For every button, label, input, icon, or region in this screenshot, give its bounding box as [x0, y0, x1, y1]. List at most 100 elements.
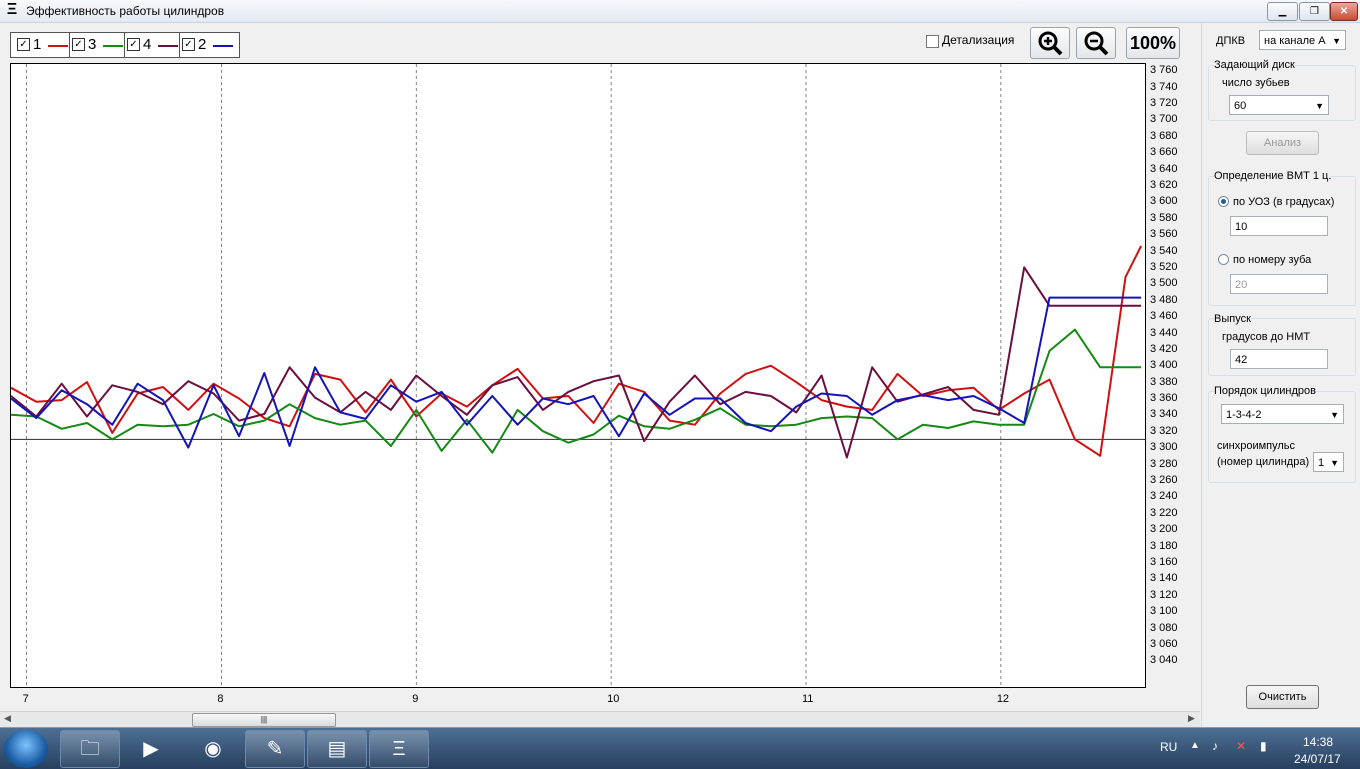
paint-icon: ✎: [266, 738, 284, 760]
app-taskbar-button[interactable]: Ξ: [369, 730, 429, 768]
legend-separator: [179, 33, 180, 57]
by-tooth-radio[interactable]: [1218, 254, 1229, 265]
detail-checkbox[interactable]: [926, 35, 939, 48]
start-button[interactable]: [4, 730, 48, 768]
sync-sublabel: (номер цилиндра): [1217, 456, 1310, 468]
detail-label: Детализация: [942, 33, 1015, 47]
network-icon[interactable]: ✕: [1236, 739, 1246, 753]
legend-checkbox-4[interactable]: ✓: [127, 38, 140, 51]
clear-button[interactable]: Очистить: [1246, 685, 1319, 709]
explorer-taskbar-button[interactable]: 🗀: [60, 730, 120, 768]
paint-taskbar-button[interactable]: ✎: [245, 730, 305, 768]
y-tick-label: 3 360: [1150, 392, 1178, 405]
tooth-number-input[interactable]: 20: [1230, 274, 1328, 294]
zoom-in-button[interactable]: [1030, 27, 1070, 59]
y-tick-label: 3 500: [1150, 277, 1178, 290]
degrees-bdc-label: градусов до НМТ: [1222, 331, 1311, 343]
firing-order-label: Порядок цилиндров: [1214, 385, 1316, 397]
y-tick-label: 3 320: [1150, 424, 1178, 437]
tray-expand-icon[interactable]: ▲: [1190, 740, 1200, 751]
legend-separator: [69, 33, 70, 57]
y-tick-label: 3 540: [1150, 244, 1178, 257]
legend-separator: [124, 33, 125, 57]
teeth-select[interactable]: 60 ▼: [1229, 95, 1329, 115]
chevron-down-icon: ▼: [1330, 410, 1339, 420]
zoom-out-button[interactable]: [1076, 27, 1116, 59]
chrome-taskbar-button[interactable]: ◉: [183, 730, 243, 768]
legend-swatch: [213, 45, 233, 47]
x-tick-label: 10: [607, 693, 620, 705]
folder-icon: 🗀: [80, 738, 100, 760]
y-tick-label: 3 600: [1150, 195, 1178, 208]
chevron-down-icon: ▼: [1330, 458, 1339, 468]
volume-icon[interactable]: ♪: [1212, 739, 1218, 753]
minimize-button[interactable]: ▁: [1267, 2, 1298, 21]
degrees-bdc-input[interactable]: 42: [1230, 349, 1328, 369]
chrome-icon: ◉: [204, 738, 222, 760]
app-icon: Ξ: [392, 738, 406, 760]
y-tick-label: 3 420: [1150, 342, 1178, 355]
firing-order-value: 1-3-4-2: [1226, 409, 1262, 421]
clock-time[interactable]: 14:38: [1303, 735, 1333, 749]
y-tick-label: 3 560: [1150, 228, 1178, 241]
legend-label: 4: [143, 36, 152, 53]
y-tick-label: 3 720: [1150, 96, 1178, 109]
zoom-reset-button[interactable]: 100%: [1126, 27, 1180, 59]
legend-swatch: [158, 45, 178, 47]
y-tick-label: 3 200: [1150, 523, 1178, 536]
plot-canvas: [11, 64, 1145, 687]
y-tick-label: 3 220: [1150, 506, 1178, 519]
firing-order-select[interactable]: 1-3-4-2 ▼: [1221, 404, 1344, 424]
legend-checkbox-3[interactable]: ✓: [72, 38, 85, 51]
maximize-button[interactable]: ❐: [1299, 2, 1330, 21]
teeth-value: 60: [1234, 100, 1247, 112]
y-tick-label: 3 340: [1150, 408, 1178, 421]
legend-checkbox-2[interactable]: ✓: [182, 38, 195, 51]
zoom-in-icon: [1038, 31, 1063, 56]
language-indicator[interactable]: RU: [1160, 740, 1177, 754]
title-bar: Ξ Эффективность работы цилиндров ▁ ❐ ✕: [0, 0, 1360, 23]
scroll-right-icon[interactable]: ▶: [1188, 713, 1195, 724]
document-taskbar-button[interactable]: ▤: [307, 730, 367, 768]
y-tick-label: 3 260: [1150, 474, 1178, 487]
signal-icon[interactable]: ▮: [1260, 739, 1267, 753]
teeth-label: число зубьев: [1222, 77, 1290, 89]
chevron-down-icon: ▼: [1315, 101, 1324, 111]
cylinder-efficiency-chart: [10, 63, 1146, 688]
y-tick-label: 3 120: [1150, 588, 1178, 601]
by-tooth-label: по номеру зуба: [1233, 254, 1312, 266]
dpkv-select[interactable]: на канале А ▼: [1259, 30, 1346, 50]
scroll-left-icon[interactable]: ◀: [4, 713, 11, 724]
tdc-group-label: Определение ВМТ 1 ц.: [1214, 170, 1332, 182]
app-icon: Ξ: [6, 1, 18, 18]
window-title: Эффективность работы цилиндров: [26, 4, 225, 18]
legend-swatch: [48, 45, 68, 47]
media-player-icon: ▶: [143, 738, 159, 760]
legend-checkbox-1[interactable]: ✓: [17, 38, 30, 51]
y-tick-label: 3 440: [1150, 326, 1178, 339]
by-uoz-radio[interactable]: [1218, 196, 1229, 207]
clock-date[interactable]: 24/07/17: [1294, 752, 1341, 766]
y-tick-label: 3 080: [1150, 621, 1178, 634]
y-tick-label: 3 140: [1150, 572, 1178, 585]
y-tick-label: 3 580: [1150, 211, 1178, 224]
zoom-out-icon: [1084, 31, 1109, 56]
y-tick-label: 3 060: [1150, 638, 1178, 650]
scroll-thumb[interactable]: |||: [192, 713, 336, 727]
y-tick-label: 3 100: [1150, 605, 1178, 618]
y-tick-label: 3 460: [1150, 310, 1178, 323]
uoz-degrees-input[interactable]: 10: [1230, 216, 1328, 236]
y-tick-label: 3 660: [1150, 146, 1178, 159]
y-tick-label: 3 160: [1150, 556, 1178, 569]
close-button[interactable]: ✕: [1330, 2, 1358, 21]
analyze-button[interactable]: Анализ: [1246, 131, 1319, 155]
dpkv-value: на канале А: [1264, 35, 1326, 47]
y-tick-label: 3 380: [1150, 375, 1178, 388]
sync-label: синхроимпульс: [1217, 440, 1296, 452]
media-player-taskbar-button[interactable]: ▶: [121, 730, 181, 768]
horizontal-scrollbar[interactable]: ◀ ||| ▶: [0, 711, 1200, 727]
legend-label: 3: [88, 36, 97, 53]
sync-cylinder-value: 1: [1318, 457, 1325, 469]
exhaust-label: Выпуск: [1214, 313, 1251, 325]
sync-cylinder-select[interactable]: 1 ▼: [1313, 452, 1344, 472]
